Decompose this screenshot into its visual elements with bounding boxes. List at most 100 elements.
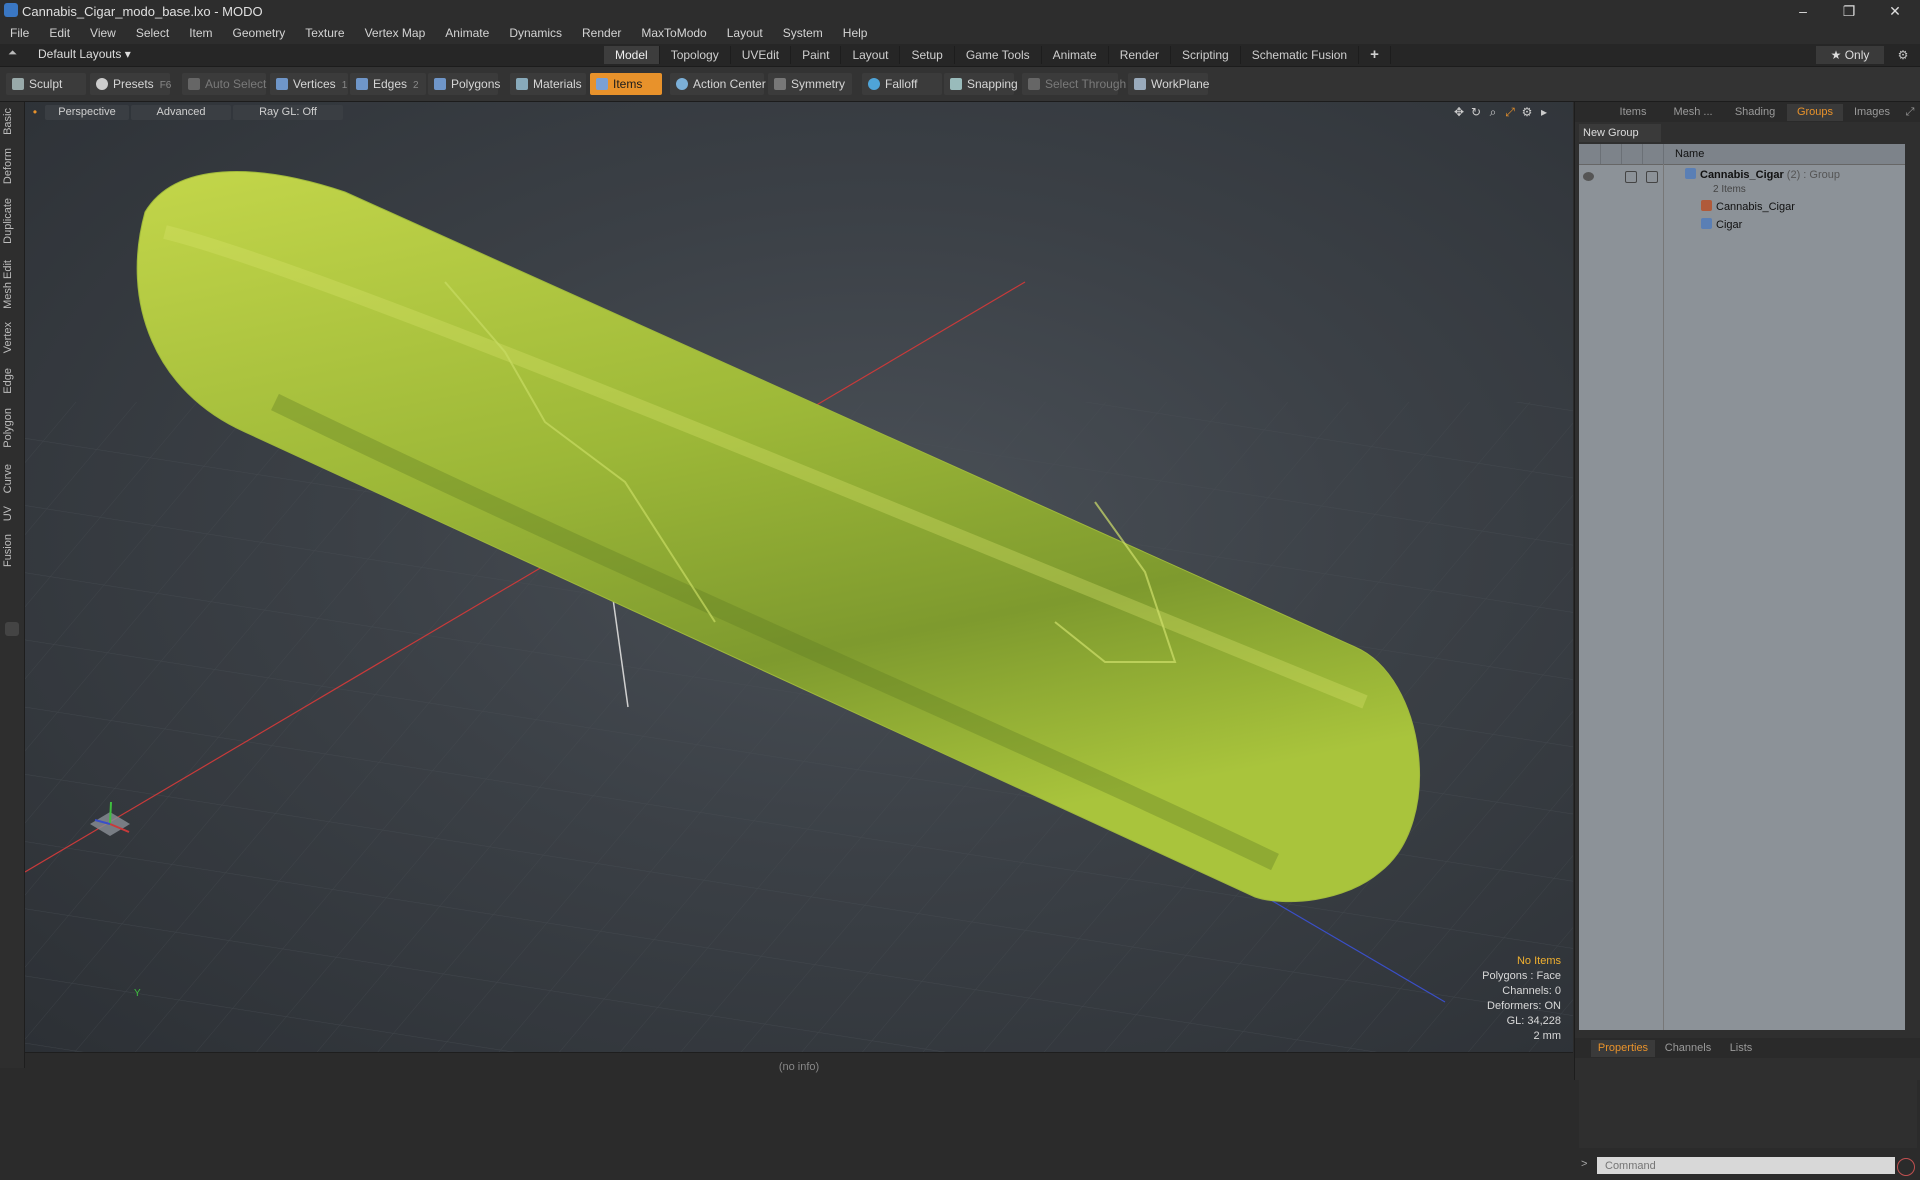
select-through-icon xyxy=(1028,78,1040,90)
close-button[interactable]: ✕ xyxy=(1872,0,1918,22)
menu-animate[interactable]: Animate xyxy=(435,26,499,40)
tab-schematic-fusion[interactable]: Schematic Fusion xyxy=(1241,46,1360,64)
tab-shading[interactable]: Shading xyxy=(1725,104,1785,121)
menu-vertex-map[interactable]: Vertex Map xyxy=(355,26,436,40)
menu-system[interactable]: System xyxy=(773,26,833,40)
vtab-vertex[interactable]: Vertex xyxy=(2,322,22,353)
materials-button[interactable]: Materials xyxy=(510,73,586,95)
layout-collapse-icon[interactable]: ⏶ xyxy=(8,47,18,61)
only-button[interactable]: ★ Only xyxy=(1816,46,1884,64)
viewport-menu-icon[interactable]: • xyxy=(28,105,42,119)
channels-info: Channels: 0 xyxy=(1502,985,1561,997)
select-toggle[interactable] xyxy=(1646,171,1658,183)
tab-channels[interactable]: Channels xyxy=(1659,1040,1717,1057)
menu-help[interactable]: Help xyxy=(833,26,878,40)
tab-mesh[interactable]: Mesh ... xyxy=(1663,104,1723,121)
tree-item-cannabis-cigar[interactable]: Cannabis_Cigar xyxy=(1701,200,1795,213)
menu-maxtomodo[interactable]: MaxToModo xyxy=(631,26,716,40)
tab-game-tools[interactable]: Game Tools xyxy=(955,46,1042,64)
lock-column-icon[interactable] xyxy=(1621,144,1643,164)
sculpt-button[interactable]: Sculpt xyxy=(6,73,86,95)
menu-render[interactable]: Render xyxy=(572,26,631,40)
menu-geometry[interactable]: Geometry xyxy=(223,26,296,40)
menu-edit[interactable]: Edit xyxy=(39,26,80,40)
tab-images[interactable]: Images xyxy=(1845,104,1899,121)
tab-uvedit[interactable]: UVEdit xyxy=(731,46,792,64)
vtab-curve[interactable]: Curve xyxy=(2,464,22,493)
command-history-icon[interactable] xyxy=(1897,1158,1915,1176)
vtab-fusion[interactable]: Fusion xyxy=(2,534,22,567)
maximize-view-icon[interactable]: ⤢ xyxy=(1503,105,1517,119)
menu-view[interactable]: View xyxy=(80,26,126,40)
visibility-column-icon[interactable] xyxy=(1579,144,1601,164)
vtab-edge[interactable]: Edge xyxy=(2,368,22,394)
groups-list[interactable]: Name Cannabis_Cigar (2) : Group 2 Items … xyxy=(1579,144,1905,1030)
tab-setup[interactable]: Setup xyxy=(900,46,955,64)
vtab-polygon[interactable]: Polygon xyxy=(2,408,22,448)
select-column-icon[interactable] xyxy=(1642,144,1664,164)
auto-select-button[interactable]: Auto Select xyxy=(182,73,266,95)
workplane-button[interactable]: WorkPlane xyxy=(1128,73,1209,95)
rotate-view-icon[interactable]: ↻ xyxy=(1469,105,1483,119)
action-center-button[interactable]: Action Center xyxy=(670,73,766,95)
tab-animate[interactable]: Animate xyxy=(1042,46,1109,64)
new-group-button[interactable]: New Group xyxy=(1579,124,1661,142)
tab-groups[interactable]: Groups xyxy=(1787,104,1843,121)
menu-dynamics[interactable]: Dynamics xyxy=(499,26,572,40)
vtab-duplicate[interactable]: Duplicate xyxy=(2,198,22,244)
edges-button[interactable]: Edges 2 xyxy=(350,73,426,95)
items-button[interactable]: Items xyxy=(590,73,662,95)
eye-icon[interactable] xyxy=(1583,172,1594,181)
tab-paint[interactable]: Paint xyxy=(791,46,842,64)
left-panel-toggle[interactable] xyxy=(5,622,19,636)
unit-info: 2 mm xyxy=(1533,1030,1562,1042)
menu-select[interactable]: Select xyxy=(126,26,179,40)
tab-topology[interactable]: Topology xyxy=(660,46,731,64)
vtab-deform[interactable]: Deform xyxy=(2,148,22,184)
shading-mode-button[interactable]: Advanced xyxy=(131,105,231,120)
move-view-icon[interactable]: ✥ xyxy=(1452,105,1466,119)
viewport-arrow-icon[interactable]: ▸ xyxy=(1537,105,1551,119)
zoom-view-icon[interactable]: ⌕ xyxy=(1486,105,1500,119)
menu-file[interactable]: File xyxy=(0,26,39,40)
selection-info: No Items xyxy=(1516,955,1561,967)
symmetry-button[interactable]: Symmetry xyxy=(768,73,852,95)
presets-button[interactable]: Presets F6 xyxy=(90,73,171,95)
tab-scripting[interactable]: Scripting xyxy=(1171,46,1241,64)
gear-icon[interactable]: ⚙ xyxy=(1893,46,1913,64)
vtab-basic[interactable]: Basic xyxy=(2,108,22,135)
menu-layout[interactable]: Layout xyxy=(717,26,773,40)
name-column-header[interactable]: Name xyxy=(1675,148,1704,160)
3d-viewport[interactable]: Y • Perspective Advanced Ray GL: Off ✥ ↻… xyxy=(25,102,1573,1052)
restore-button[interactable]: ❐ xyxy=(1826,0,1872,22)
minimize-button[interactable]: – xyxy=(1780,0,1826,22)
add-tab-button[interactable]: + xyxy=(1359,46,1391,64)
tab-layout[interactable]: Layout xyxy=(841,46,901,64)
tab-lists[interactable]: Lists xyxy=(1721,1040,1761,1057)
viewport-settings-icon[interactable]: ⚙ xyxy=(1520,105,1534,119)
vertices-button[interactable]: Vertices 1 xyxy=(270,73,348,95)
command-input[interactable] xyxy=(1597,1157,1895,1174)
tab-properties[interactable]: Properties xyxy=(1591,1040,1655,1057)
falloff-button[interactable]: Falloff xyxy=(862,73,942,95)
polygons-button[interactable]: Polygons xyxy=(428,73,500,95)
lock-toggle[interactable] xyxy=(1625,171,1637,183)
menu-texture[interactable]: Texture xyxy=(295,26,354,40)
raygl-button[interactable]: Ray GL: Off xyxy=(233,105,343,120)
select-through-button[interactable]: Select Through xyxy=(1022,73,1126,95)
tab-render[interactable]: Render xyxy=(1109,46,1172,64)
sculpt-icon xyxy=(12,78,24,90)
vtab-uv[interactable]: UV xyxy=(2,506,22,521)
vtab-mesh-edit[interactable]: Mesh Edit xyxy=(2,260,22,309)
layout-dropdown[interactable]: Default Layouts ▾ xyxy=(38,47,131,61)
tree-item-cigar[interactable]: Cigar xyxy=(1701,218,1742,231)
snapping-button[interactable]: Snapping xyxy=(944,73,1018,95)
tree-group-row[interactable]: Cannabis_Cigar (2) : Group xyxy=(1685,168,1840,181)
view-type-button[interactable]: Perspective xyxy=(45,105,129,120)
panel-expand-icon[interactable]: ⤢ xyxy=(1901,104,1919,121)
tab-items[interactable]: Items xyxy=(1605,104,1661,121)
menu-item[interactable]: Item xyxy=(179,26,222,40)
render-column-icon[interactable] xyxy=(1600,144,1622,164)
tab-model[interactable]: Model xyxy=(604,46,660,64)
workplane-icon xyxy=(1134,78,1146,90)
